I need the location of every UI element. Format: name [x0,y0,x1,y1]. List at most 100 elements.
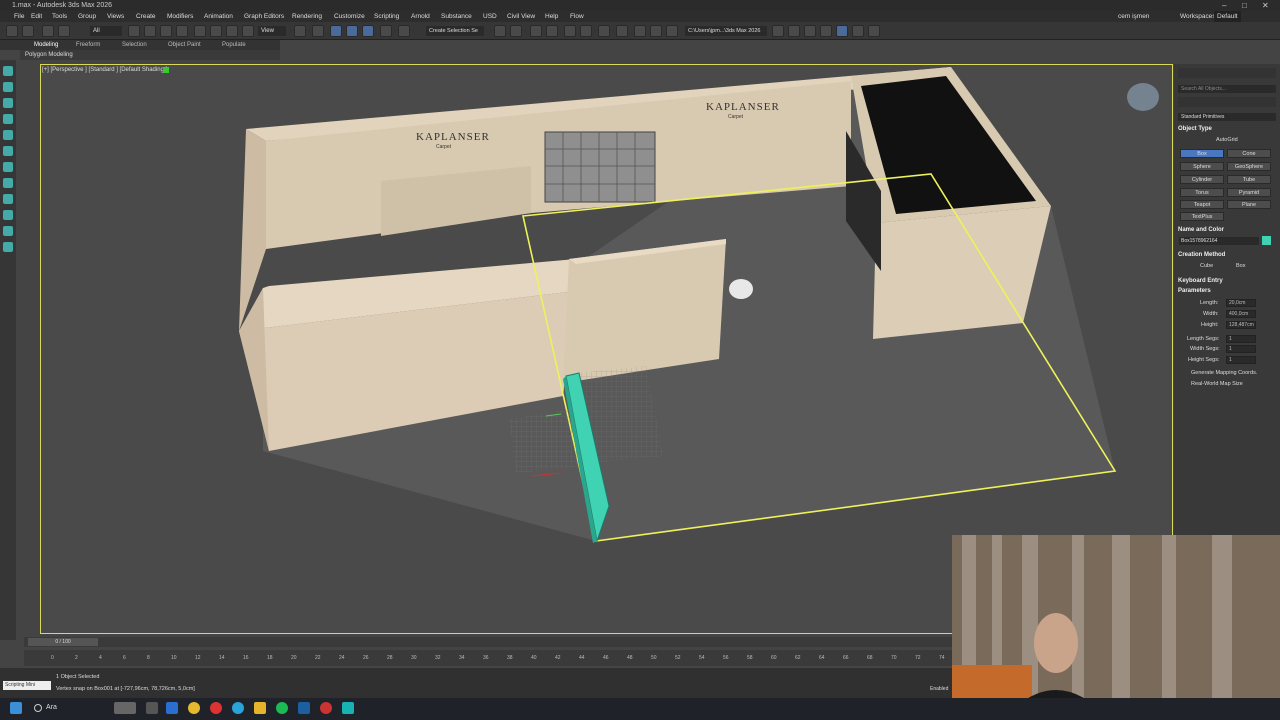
height-segs-field[interactable]: 1 [1226,356,1256,364]
menu-scripting[interactable]: Scripting [374,11,399,22]
primitive-category-dropdown[interactable]: Standard Primitives [1178,113,1276,121]
percent-snap-icon[interactable] [362,25,374,37]
box-radio[interactable]: Box [1236,263,1245,269]
render-icon[interactable] [666,25,678,37]
window-crossing-icon[interactable] [176,25,188,37]
sort-side-icon[interactable] [3,98,13,108]
schematic-view-icon[interactable] [598,25,610,37]
pivot-icon[interactable] [294,25,306,37]
menu-civil-view[interactable]: Civil View [507,11,535,22]
groups-side-icon[interactable] [3,210,13,220]
curve-editor-icon[interactable] [580,25,592,37]
menu-substance[interactable]: Substance [441,11,472,22]
move-icon[interactable] [194,25,206,37]
tab-modeling[interactable]: Modeling [34,40,58,50]
redo-icon[interactable] [22,25,34,37]
menu-usd[interactable]: USD [483,11,497,22]
menu-arnold[interactable]: Arnold [411,11,430,22]
scene-explorer-icon[interactable] [530,25,542,37]
tab-freeform[interactable]: Freeform [76,40,100,50]
teapot-button[interactable]: Teapot [1180,200,1224,209]
edge-icon[interactable] [232,702,244,714]
app-icon-1[interactable] [166,702,178,714]
reference-coord-dropdown[interactable]: View [258,26,286,36]
tab-selection[interactable]: Selection [122,40,147,50]
steam-icon[interactable] [298,702,310,714]
angle-snap-icon[interactable] [346,25,358,37]
menu-edit[interactable]: Edit [31,11,42,22]
windows-start-icon[interactable] [10,702,22,714]
file-explorer-icon[interactable] [254,702,266,714]
keyboard-shortcut-icon[interactable] [312,25,324,37]
app-icon-2[interactable] [320,702,332,714]
user-account[interactable]: cem işmen [1118,11,1149,22]
width-field[interactable]: 400,0cm [1226,310,1256,318]
rotate-icon[interactable] [210,25,222,37]
maximize-button[interactable]: □ [1242,0,1247,11]
cone-button[interactable]: Cone [1227,149,1271,158]
project-path-field[interactable]: C:\Users\jpm...\3ds Max 2026 [685,26,767,36]
torus-button[interactable]: Torus [1180,188,1224,197]
menu-create[interactable]: Create [136,11,156,22]
select-by-name-icon[interactable] [144,25,156,37]
sphere-button[interactable]: Sphere [1180,162,1224,171]
bones-side-icon[interactable] [3,226,13,236]
creation-method-header[interactable]: Creation Method [1178,252,1225,258]
gen-mapping-checkbox[interactable]: Generate Mapping Coords. [1191,370,1257,376]
filter-side-icon[interactable] [3,114,13,124]
textplus-button[interactable]: TextPlus [1180,212,1224,221]
menu-file[interactable]: File [14,11,24,22]
align-icon[interactable] [510,25,522,37]
menu-help[interactable]: Help [545,11,558,22]
app-toggle-icon[interactable] [836,25,848,37]
project-settings-icon[interactable] [820,25,832,37]
hierarchy-side-icon[interactable] [3,130,13,140]
tab-populate[interactable]: Populate [222,40,246,50]
length-field[interactable]: 20,0cm [1226,299,1256,307]
menu-group[interactable]: Group [78,11,96,22]
ribbon-toggle-icon[interactable] [564,25,576,37]
select-object-icon[interactable] [128,25,140,37]
xrefs-side-icon[interactable] [3,242,13,252]
timeline[interactable]: 0 2 4 6 8 10 12 14 16 18 20 22 24 26 28 30 32 34 36 38 40 42 4… [24,650,954,666]
plane-button[interactable]: Plane [1227,200,1271,209]
object-type-header[interactable]: Object Type [1178,126,1212,132]
undo-icon[interactable] [6,25,18,37]
menu-modifiers[interactable]: Modifiers [167,11,193,22]
name-color-header[interactable]: Name and Color [1178,227,1224,233]
time-slider-handle[interactable]: 0 / 100 [28,638,98,646]
unlink-icon[interactable] [58,25,70,37]
chrome-icon[interactable] [188,702,200,714]
ribbon-panel-polygon-modeling[interactable]: Polygon Modeling [20,50,280,60]
search-objects-input[interactable]: Search All Objects... [1178,85,1276,93]
menu-flow[interactable]: Flow [570,11,584,22]
command-tabs[interactable] [1178,68,1276,78]
parameters-header[interactable]: Parameters [1178,288,1211,294]
menu-views[interactable]: Views [107,11,124,22]
project-save-icon[interactable] [804,25,816,37]
lights-side-icon[interactable] [3,146,13,156]
menu-tools[interactable]: Tools [52,11,67,22]
cube-radio[interactable]: Cube [1200,263,1213,269]
place-icon[interactable] [242,25,254,37]
autogrid-checkbox[interactable]: AutoGrid [1216,137,1238,143]
3dsmax-taskbar-icon[interactable] [342,702,354,714]
width-segs-field[interactable]: 1 [1226,345,1256,353]
object-name-input[interactable]: Box1578962164 [1179,237,1259,245]
menu-customize[interactable]: Customize [334,11,365,22]
cameras-side-icon[interactable] [3,162,13,172]
geosphere-button[interactable]: GeoSphere [1227,162,1271,171]
helpers-side-icon[interactable] [3,178,13,188]
spotify-icon[interactable] [276,702,288,714]
menu-rendering[interactable]: Rendering [292,11,322,22]
create-category-icons[interactable] [1178,97,1276,107]
taskbar-search[interactable]: Ara [30,702,110,714]
height-field[interactable]: 128,487cm [1226,321,1256,329]
box-button[interactable]: Box [1180,149,1224,158]
real-world-checkbox[interactable]: Real-World Map Size [1191,381,1243,387]
rect-selection-icon[interactable] [160,25,172,37]
widgets-icon[interactable] [114,702,136,714]
pyramid-button[interactable]: Pyramid [1227,188,1271,197]
viewport-label[interactable]: [+] [Perspective ] [Standard ] [Default … [42,67,167,73]
minimize-button[interactable]: – [1222,0,1226,11]
